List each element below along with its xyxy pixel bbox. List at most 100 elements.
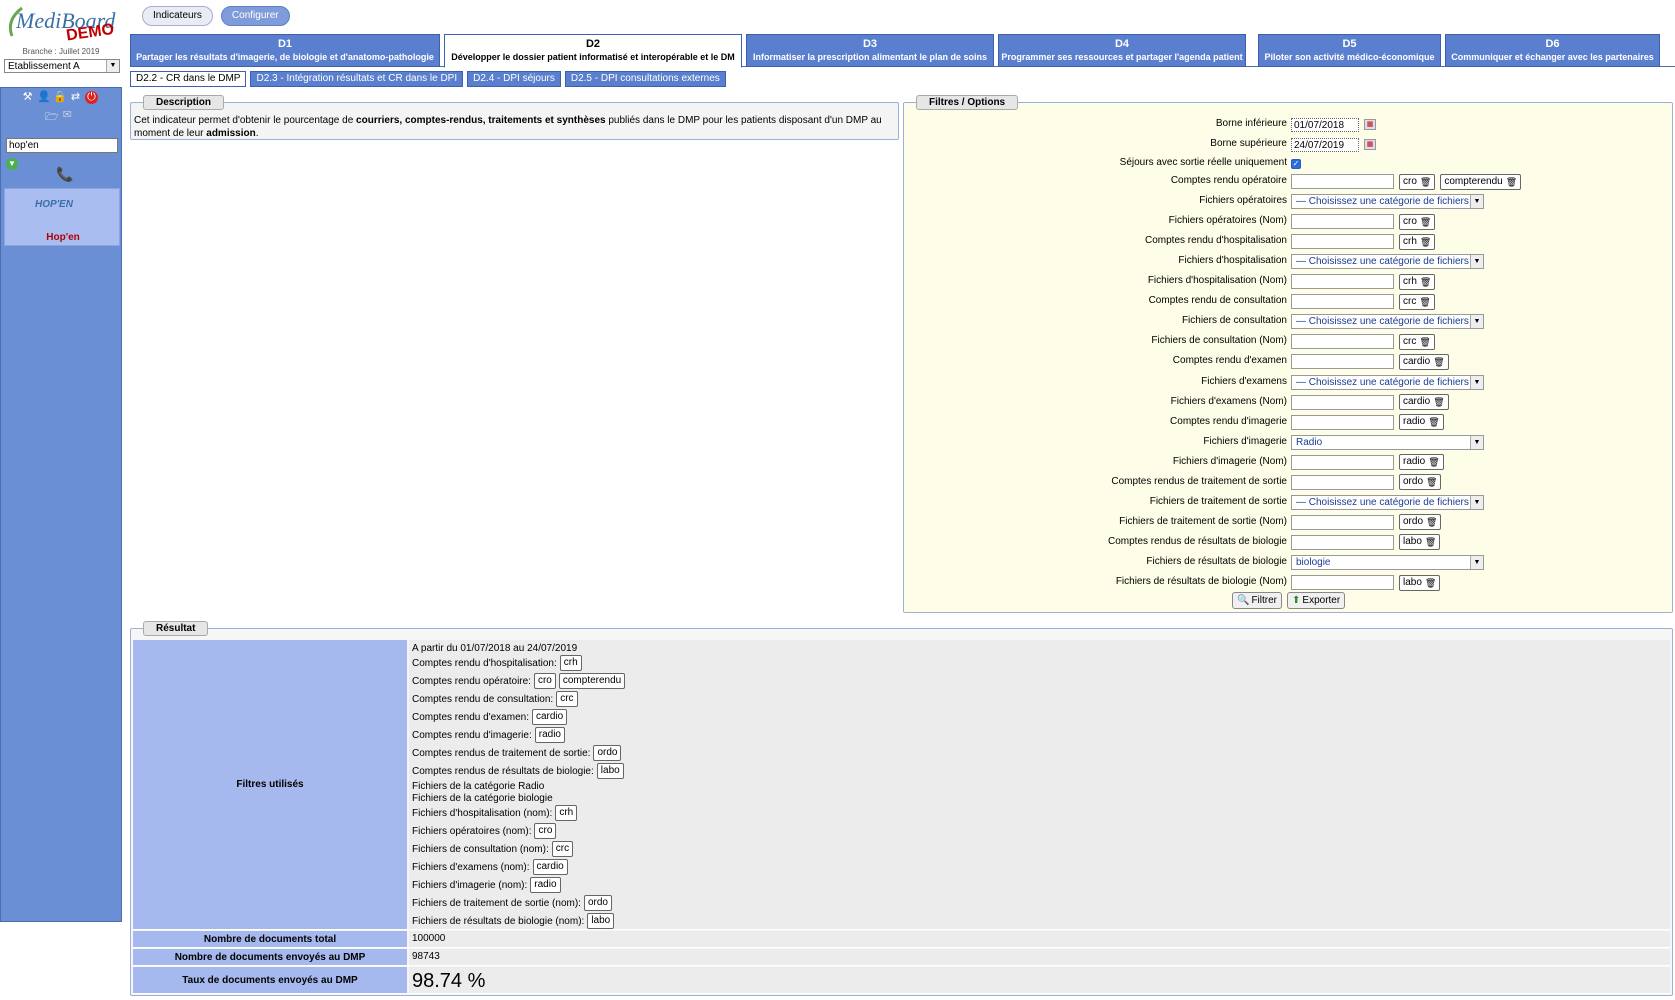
category-select[interactable]: Radio ▼ — [1291, 434, 1484, 450]
filter-tag-label: labo — [1403, 536, 1422, 548]
trash-icon[interactable]: 🗑 — [1426, 515, 1437, 529]
calendar-icon[interactable]: ▦ — [1364, 139, 1376, 150]
filter-label: Fichiers de traitement de sortie (Nom) — [1119, 515, 1287, 527]
filter-text-input[interactable] — [1291, 575, 1394, 590]
filter-line-text: Fichiers d'hospitalisation (nom): — [412, 807, 553, 819]
filtrer-button[interactable]: 🔍 Filtrer — [1232, 592, 1283, 609]
filter-text-input[interactable] — [1291, 274, 1394, 290]
used-filter-tag: cro — [533, 673, 556, 689]
result-panel: Résultat Filtres utilisés A partir du 01… — [130, 621, 1673, 996]
filter-text-input[interactable] — [1291, 394, 1394, 410]
sejours-checkbox[interactable]: ✓ — [1291, 158, 1301, 169]
trash-icon[interactable]: 🗑 — [1420, 175, 1431, 189]
filter-text-input[interactable] — [1291, 334, 1394, 350]
filter-text-input[interactable] — [1291, 454, 1394, 470]
trash-icon[interactable]: 🗑 — [1425, 535, 1436, 549]
trash-icon[interactable]: 🗑 — [1428, 415, 1439, 429]
trash-icon[interactable]: 🗑 — [1506, 175, 1517, 189]
filter-row-borne-sup: Borne supérieure 24/07/2019 ▦ — [904, 135, 1674, 153]
tools-icon[interactable]: ⚒ — [21, 91, 34, 104]
category-select-value: biologie — [1296, 556, 1331, 568]
shield-icon[interactable]: ▼ — [6, 158, 18, 170]
subtab-d2-5[interactable]: D2.5 - DPI consultations externes — [564, 71, 726, 87]
filter-label: Fichiers opératoires (Nom) — [1168, 215, 1287, 227]
filter-row: Fichiers d'hospitalisation — Choisissez u… — [904, 252, 1674, 270]
total-value: 100000 — [409, 931, 1670, 947]
indicateurs-button[interactable]: Indicateurs — [142, 6, 213, 26]
trash-icon[interactable]: 🗑 — [1433, 355, 1444, 369]
tab-d3[interactable]: D3 Informatiser la prescription alimentan… — [746, 34, 994, 67]
hopen-module[interactable]: HOP'EN Hop'en — [4, 188, 120, 246]
filter-row: Fichiers opératoires — Choisissez une cat… — [904, 192, 1674, 210]
filter-text-input[interactable] — [1291, 534, 1394, 550]
trash-icon[interactable]: 🗑 — [1419, 295, 1430, 309]
trash-icon[interactable]: 🗑 — [1420, 215, 1431, 229]
filter-text-input[interactable] — [1291, 414, 1394, 430]
subtab-d2-3[interactable]: D2.3 - Intégration résultats et CR dans … — [250, 71, 464, 87]
description-legend: Description — [143, 95, 225, 110]
power-icon[interactable]: ⏻ — [85, 91, 98, 104]
trash-icon[interactable]: 🗑 — [1420, 235, 1431, 249]
filter-text-input[interactable] — [1291, 214, 1394, 230]
filter-line-text: Fichiers de la catégorie biologie — [412, 792, 553, 804]
configurer-button[interactable]: Configurer — [220, 6, 290, 26]
mail-icon[interactable]: ✉ — [63, 108, 72, 127]
filter-tag: ordo 🗑 — [1399, 474, 1442, 491]
tab-d6[interactable]: D6 Communiquer et échanger avec les parte… — [1445, 34, 1660, 67]
list-item: Comptes rendu opératoire: cro compterendu — [412, 672, 1667, 690]
subtab-d2-2[interactable]: D2.2 - CR dans le DMP — [130, 71, 247, 87]
phone-icon[interactable]: 📞 — [56, 166, 73, 183]
borne-sup-input[interactable]: 24/07/2019 — [1291, 137, 1359, 152]
trash-icon[interactable]: 🗑 — [1425, 576, 1436, 590]
filter-text-input[interactable] — [1291, 174, 1394, 189]
tab-d2[interactable]: D2 Développer le dossier patient informat… — [444, 34, 742, 68]
trash-icon[interactable]: 🗑 — [1426, 475, 1437, 489]
filter-tag: cardio 🗑 — [1399, 353, 1449, 370]
borne-inf-input[interactable]: 01/07/2018 — [1291, 117, 1359, 132]
total-label: Nombre de documents total — [133, 931, 407, 947]
filter-text-input[interactable] — [1291, 354, 1394, 370]
exporter-button[interactable]: ⬆ Exporter — [1287, 592, 1346, 609]
calendar-icon[interactable]: ▦ — [1364, 119, 1376, 130]
filter-text-input[interactable] — [1291, 514, 1394, 530]
filter-row: Fichiers opératoires (Nom) cro 🗑 — [904, 212, 1674, 230]
etablissement-select[interactable]: Etablissement A ▼ — [4, 59, 120, 73]
category-select[interactable]: — Choisissez une catégorie de fichiers ▼ — [1291, 494, 1484, 510]
trash-icon[interactable]: 🗑 — [1420, 275, 1431, 289]
sub-tabs: D2.2 - CR dans le DMP D2.3 - Intégration… — [130, 71, 726, 87]
lock-icon[interactable]: 🔒 — [53, 91, 67, 104]
filter-text-input[interactable] — [1291, 234, 1394, 250]
category-select[interactable]: biologie ▼ — [1291, 554, 1484, 570]
used-filter-tag: labo — [587, 913, 615, 929]
filter-text-input[interactable] — [1291, 474, 1394, 490]
category-select[interactable]: — Choisissez une catégorie de fichiers ▼ — [1291, 194, 1484, 210]
category-select[interactable]: — Choisissez une catégorie de fichiers ▼ — [1291, 374, 1484, 390]
folder-icon[interactable]: 🗁 — [45, 108, 59, 127]
trash-icon[interactable]: 🗑 — [1419, 335, 1430, 349]
filter-label: Fichiers de consultation (Nom) — [1151, 335, 1287, 347]
category-select-value: — Choisissez une catégorie de fichiers — [1296, 316, 1469, 328]
tab-d4[interactable]: D4 Programmer ses ressources et partager … — [998, 34, 1246, 67]
borne-inf-label: Borne inférieure — [1215, 118, 1287, 129]
filter-tag: cardio 🗑 — [1399, 394, 1449, 411]
filter-label: Comptes rendus de traitement de sortie — [1111, 475, 1287, 487]
filter-text-input[interactable] — [1291, 294, 1394, 310]
share-icon[interactable]: ⇄ — [69, 91, 82, 104]
filter-line-text: Comptes rendus de résultats de biologie: — [412, 765, 594, 777]
trash-icon[interactable]: 🗑 — [1433, 395, 1444, 409]
user-icon[interactable]: 👤 — [37, 91, 51, 104]
category-select[interactable]: — Choisissez une catégorie de fichiers ▼ — [1291, 254, 1484, 270]
subtab-d2-4[interactable]: D2.4 - DPI séjours — [467, 71, 561, 87]
filter-line-text: Fichiers opératoires (nom): — [412, 825, 532, 837]
chevron-down-icon: ▼ — [106, 60, 119, 72]
tab-d5[interactable]: D5 Piloter son activité médico-économique — [1258, 34, 1441, 67]
tab-d1[interactable]: D1 Partager les résultats d'imagerie, de … — [130, 34, 440, 67]
filter-row: Fichiers d'imagerie (Nom) radio 🗑 — [904, 453, 1674, 471]
mediboard-logo[interactable]: MediBoard DEMO — [4, 2, 130, 42]
trash-icon[interactable]: 🗑 — [1428, 455, 1439, 469]
used-filter-tag: crc — [556, 691, 578, 707]
search-input[interactable]: hop'en — [6, 138, 118, 153]
chevron-down-icon: ▼ — [1470, 195, 1483, 209]
category-select[interactable]: — Choisissez une catégorie de fichiers ▼ — [1291, 314, 1484, 330]
filter-label: Comptes rendu opératoire — [1170, 175, 1287, 186]
